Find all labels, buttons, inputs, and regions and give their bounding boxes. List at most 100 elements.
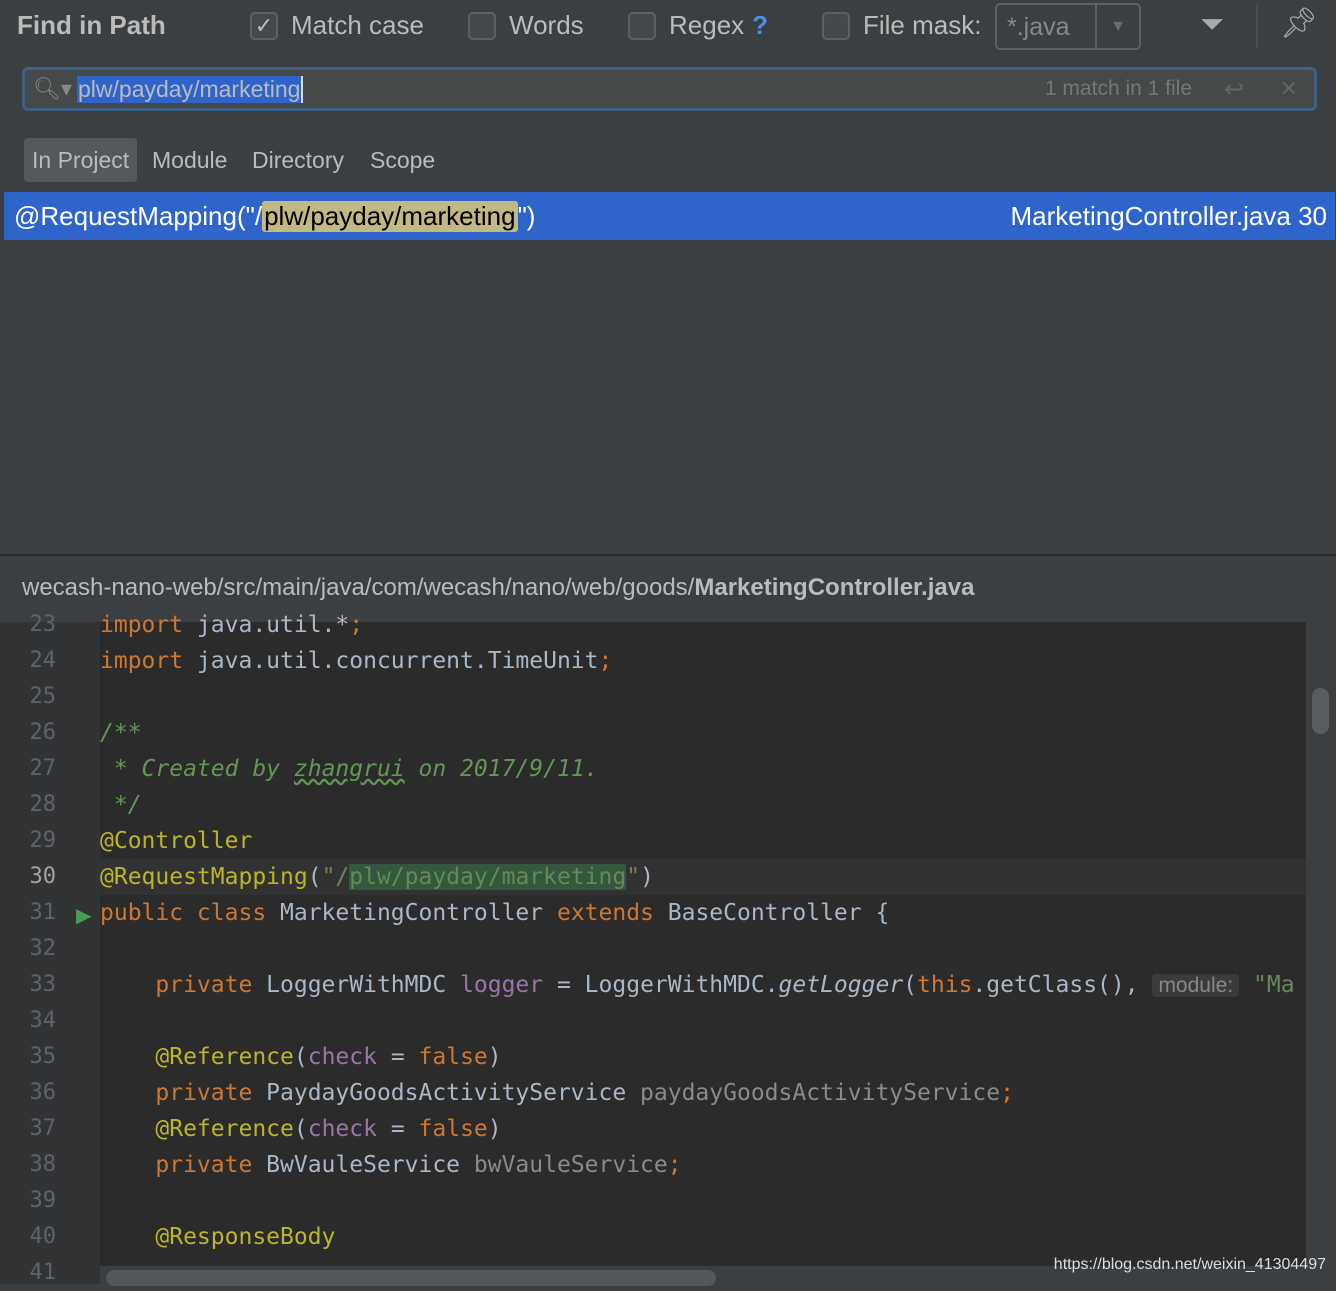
code-line: /** — [100, 715, 1306, 751]
code-token: */ — [100, 792, 142, 818]
match-count: 1 match in 1 file — [1044, 77, 1192, 100]
search-icon[interactable]: 🔍︎▾ — [33, 76, 77, 102]
code-token: java.util.concurrent.TimeUnit — [196, 648, 599, 674]
code-token: zhangrui — [293, 756, 405, 782]
line-number: 29 — [29, 828, 57, 853]
path-dir: wecash-nano-web/src/main/java/com/wecash… — [22, 574, 695, 601]
file-mask-select[interactable]: *.java ▼ — [995, 3, 1141, 50]
result-row[interactable]: @RequestMapping("/plw/payday/marketing ")… — [4, 192, 1335, 240]
code-token: @Reference — [100, 1116, 294, 1142]
regex-label: Regex — [669, 10, 745, 40]
checkbox-icon — [628, 11, 656, 40]
line-number: 36 — [29, 1080, 57, 1105]
checkbox-icon — [468, 11, 496, 40]
code-token: public class — [100, 900, 281, 926]
path-file: MarketingController.java — [694, 574, 975, 601]
regex-checkbox[interactable]: Regex? — [628, 10, 768, 41]
words-label: Words — [509, 10, 584, 40]
line-number: 37 — [29, 1116, 57, 1141]
code-line: private PaydayGoodsActivityService payda… — [100, 1075, 1306, 1111]
code-token: "/ — [321, 864, 350, 890]
code-line: @ResponseBody — [100, 1219, 1306, 1255]
code-token: import — [100, 648, 197, 674]
code-token: @Reference — [100, 1044, 294, 1070]
code-token: ; — [598, 648, 613, 674]
code-token: private — [100, 1080, 267, 1106]
line-number: 27 — [29, 756, 57, 781]
line-number: 31 — [29, 900, 57, 925]
line-number: 34 — [29, 1008, 57, 1033]
line-number: 23 — [29, 612, 57, 637]
match-case-checkbox[interactable]: ✓ Match case — [250, 10, 424, 41]
close-icon[interactable]: ✕ — [1280, 76, 1298, 102]
code-line: * Created by zhangrui on 2017/9/11. — [100, 751, 1306, 787]
line-number: 32 — [29, 936, 57, 961]
code-token: PaydayGoodsActivityService — [266, 1080, 641, 1106]
code-token: ) — [487, 1044, 502, 1070]
tab-scope[interactable]: Scope — [362, 138, 443, 182]
code-token: = LoggerWithMDC. — [543, 972, 779, 998]
new-line-icon[interactable]: ↩ — [1224, 75, 1244, 104]
code-line: @Reference(check = false) — [100, 1039, 1306, 1075]
code-token: false — [418, 1044, 488, 1070]
code-token: * Created by — [100, 756, 294, 782]
line-number: 26 — [29, 720, 57, 745]
code-token: plw/payday/marketing — [349, 864, 627, 890]
search-input[interactable]: 🔍︎▾ plw/payday/marketing 1 match in 1 fi… — [22, 67, 1317, 111]
code-token: java.util.* — [196, 612, 350, 638]
line-number: 25 — [29, 684, 57, 709]
code-token: check — [307, 1116, 377, 1142]
divider — [1256, 4, 1258, 48]
results-list — [4, 240, 1336, 555]
code-token: this — [917, 972, 973, 998]
run-icon[interactable]: ▶ — [76, 903, 91, 928]
code-line: private LoggerWithMDC logger = LoggerWit… — [100, 967, 1306, 1003]
dialog-title: Find in Path — [17, 10, 166, 40]
code-token: ) — [487, 1116, 502, 1142]
result-match: plw/payday/marketing — [262, 200, 518, 232]
line-number: 41 — [29, 1260, 57, 1285]
code-line: private BwVauleService bwVauleService; — [100, 1147, 1306, 1183]
line-number: 33 — [29, 972, 57, 997]
code-token: ( — [903, 972, 918, 998]
code-token: " — [626, 864, 641, 890]
line-number: 24 — [29, 648, 57, 673]
code-line: @Controller — [100, 823, 1306, 859]
code-token: /** — [100, 720, 142, 746]
code-token: ( — [293, 1116, 308, 1142]
code-token: paydayGoodsActivityService — [640, 1080, 1001, 1106]
tab-directory[interactable]: Directory — [244, 138, 352, 182]
code-token: LoggerWithMDC — [266, 972, 461, 998]
code-token: ( — [307, 864, 322, 890]
words-checkbox[interactable]: Words — [468, 10, 584, 41]
code-token: ) — [640, 864, 654, 890]
code-line: @Reference(check = false) — [100, 1111, 1306, 1147]
code-line: public class MarketingController extends… — [100, 895, 1306, 931]
line-number: 28 — [29, 792, 57, 817]
code-line: import java.util.*; — [100, 607, 1306, 643]
filter-icon[interactable]: ⏷ — [1200, 8, 1224, 42]
file-mask-checkbox[interactable]: File mask: — [822, 10, 981, 41]
code-token: on 2017/9/11. — [404, 756, 599, 782]
match-case-label: Match case — [291, 10, 424, 40]
watermark: https://blog.csdn.net/weixin_41304497 — [1053, 1256, 1326, 1273]
tab-module[interactable]: Module — [144, 138, 235, 182]
code-token: ( — [293, 1044, 308, 1070]
result-file: MarketingController.java 30 — [1010, 200, 1328, 231]
code-token: private — [100, 972, 267, 998]
tab-in-project[interactable]: In Project — [24, 138, 138, 182]
result-prefix: @RequestMapping("/ — [14, 200, 263, 231]
search-query[interactable]: plw/payday/marketing — [77, 75, 304, 103]
chevron-down-icon[interactable]: ▼ — [1095, 5, 1139, 48]
file-mask-label: File mask: — [863, 10, 982, 40]
file-mask-value: *.java — [1007, 13, 1070, 41]
regex-help-icon[interactable]: ? — [752, 10, 768, 41]
code-token: logger — [460, 972, 544, 998]
vertical-scrollbar-thumb[interactable] — [1312, 688, 1329, 734]
pin-icon[interactable]: 📌︎ — [1280, 6, 1318, 41]
code-token: = — [376, 1044, 419, 1070]
code-token: ; — [1000, 1080, 1014, 1106]
